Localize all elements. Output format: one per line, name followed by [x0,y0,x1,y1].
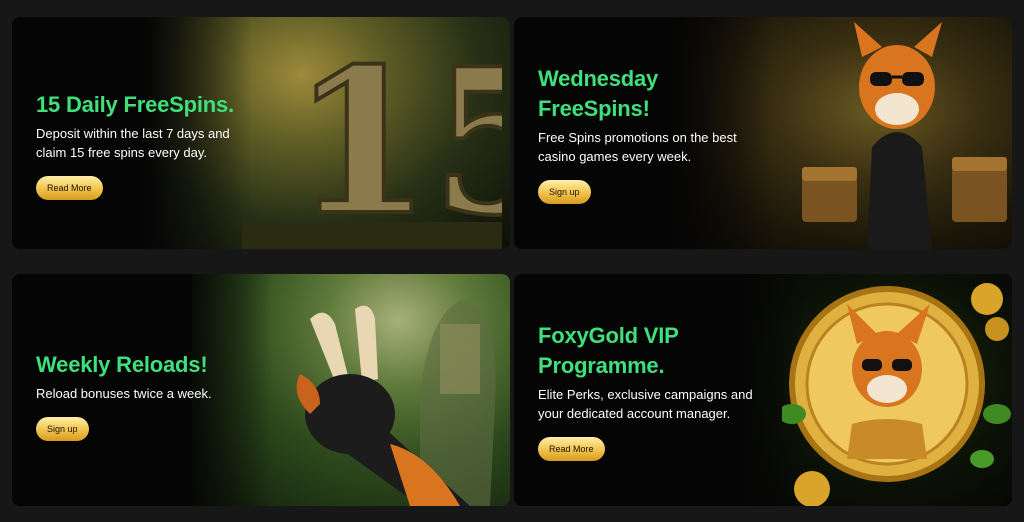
card-description: Deposit within the last 7 days and claim… [36,126,230,160]
card-description: Free Spins promotions on the best casino… [538,130,737,164]
read-more-button[interactable]: Read More [538,437,605,461]
promo-card-wednesday-freespins[interactable]: Wednesday FreeSpins! Free Spins promotio… [514,17,1012,249]
peace-sign-paw-icon [296,299,496,506]
stone-15-sculpture-icon: 15 [242,23,502,249]
card-description: Elite Perks, exclusive campaigns and you… [538,387,753,421]
read-more-button[interactable]: Read More [36,176,103,200]
promo-card-daily-freespins[interactable]: 15 15 Daily FreeSpins. Deposit within th… [12,17,510,249]
card-title: FoxyGold VIP Programme. [538,323,679,378]
promo-card-weekly-reloads[interactable]: Weekly Reloads! Reload bonuses twice a w… [12,274,510,506]
sign-up-button[interactable]: Sign up [36,417,89,441]
sculpture-number: 15 [292,25,502,249]
gold-fox-coin-icon [782,283,1011,506]
card-title: Wednesday FreeSpins! [538,66,659,121]
promo-card-vip-programme[interactable]: FoxyGold VIP Programme. Elite Perks, exc… [514,274,1012,506]
sign-up-button[interactable]: Sign up [538,180,591,204]
card-title: Weekly Reloads! [36,352,208,377]
fox-sunglasses-character-icon [802,22,1007,249]
card-title: 15 Daily FreeSpins. [36,92,234,117]
card-description: Reload bonuses twice a week. [36,386,212,401]
